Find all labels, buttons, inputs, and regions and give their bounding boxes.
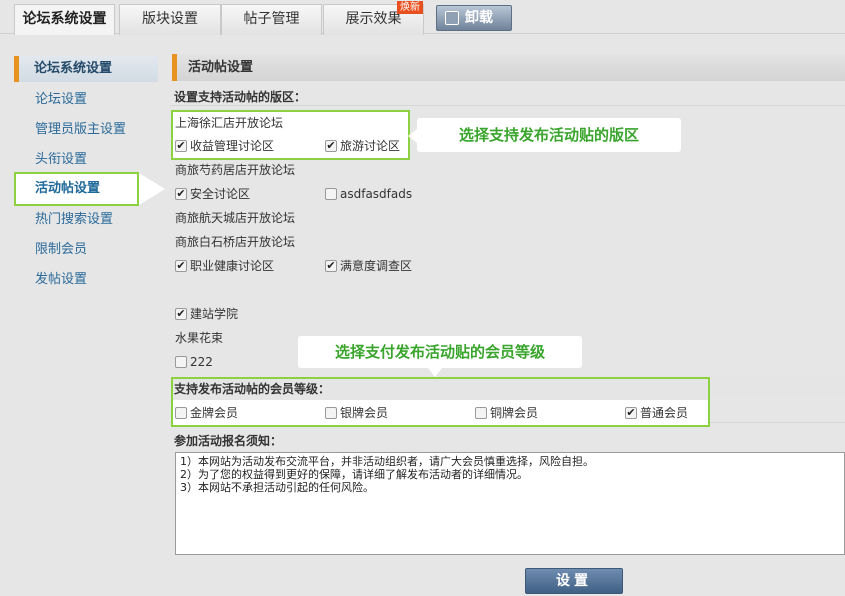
level-checkbox-bronze[interactable]: 铜牌会员 (475, 405, 538, 421)
board-label: asdfasdfads (340, 187, 413, 201)
board-checkbox[interactable]: ✔ 职业健康讨论区 (175, 258, 274, 274)
active-item-arrow (139, 173, 165, 205)
forum-group-name: 商旅白石桥店开放论坛 (175, 235, 296, 249)
callout-levels: 选择支付发布活动贴的会员等级 (298, 336, 582, 377)
top-tab-bar: 论坛系统设置 版块设置 帖子管理 展示效果 焕新 卸载 (0, 0, 845, 35)
sidebar: 论坛系统设置 论坛设置 管理员版主设置 头衔设置 活动帖设置 热门搜索设置 限制… (0, 35, 170, 596)
checkbox-empty-icon (175, 356, 187, 368)
board-checkbox[interactable]: ✔ 满意度调查区 (325, 258, 412, 274)
sidebar-item-hot-search[interactable]: 热门搜索设置 (35, 212, 113, 228)
board-checkbox[interactable]: ✔ 建站学院 (175, 306, 238, 322)
board-checkbox[interactable]: asdfasdfads (325, 186, 412, 202)
level-label: 金牌会员 (190, 406, 239, 420)
sidebar-item-posting-settings[interactable]: 发帖设置 (35, 272, 87, 288)
sidebar-item-admin-moderator[interactable]: 管理员版主设置 (35, 122, 126, 138)
checkbox-empty-icon (325, 188, 337, 200)
board-checkbox[interactable]: ✔ 收益管理讨论区 (175, 138, 274, 154)
checkbox-checked-icon: ✔ (325, 139, 337, 152)
board-label: 收益管理讨论区 (190, 139, 275, 153)
callout-text: 选择支付发布活动贴的会员等级 (334, 343, 545, 361)
checkbox-checked-icon: ✔ (175, 259, 187, 272)
uninstall-label: 卸载 (465, 10, 493, 26)
checkbox-checked-icon: ✔ (625, 406, 637, 419)
board-checkbox[interactable]: ✔ 安全讨论区 (175, 186, 250, 202)
tab-board-settings[interactable]: 版块设置 (119, 4, 221, 35)
notice-line: 3）本网站不承担活动引起的任何风险。 (180, 481, 374, 494)
board-label: 旅游讨论区 (340, 139, 401, 153)
board-label: 222 (190, 355, 213, 369)
tab-forum-system-settings[interactable]: 论坛系统设置 (14, 4, 115, 35)
checkbox-empty-icon (175, 407, 187, 419)
level-label: 铜牌会员 (490, 406, 539, 420)
tab-label: 帖子管理 (243, 11, 300, 27)
tab-label: 版块设置 (142, 11, 198, 27)
tab-display-effects[interactable]: 展示效果 焕新 (323, 1, 424, 35)
sidebar-item-forum-settings[interactable]: 论坛设置 (35, 92, 87, 108)
checkbox-checked-icon: ✔ (175, 307, 187, 320)
tab-post-management[interactable]: 帖子管理 (221, 4, 322, 35)
levels-header-row (710, 377, 845, 398)
new-badge: 焕新 (397, 1, 423, 14)
callout-text: 选择支持发布活动贴的版区 (458, 126, 639, 144)
callout-pointer (408, 129, 417, 143)
sidebar-item-activity-posts[interactable]: 活动帖设置 (14, 172, 139, 206)
level-checkbox-silver[interactable]: 银牌会员 (325, 405, 388, 421)
checkbox-checked-icon: ✔ (175, 139, 187, 152)
tab-label: 展示效果 (345, 11, 402, 27)
levels-label: 支持发布活动帖的会员等级： (174, 382, 331, 396)
divider (170, 105, 845, 106)
uninstall-button[interactable]: 卸载 (436, 5, 512, 31)
forums-label: 设置支持活动帖的版区： (174, 90, 307, 104)
main-panel: 活动帖设置 设置支持活动帖的版区： 上海徐汇店开放论坛 ✔ 收益管理讨论区 ✔ 旅游… (170, 35, 845, 596)
section-title: 活动帖设置 (172, 54, 845, 81)
level-checkbox-gold[interactable]: 金牌会员 (175, 405, 238, 421)
level-label: 普通会员 (640, 406, 689, 420)
level-label: 银牌会员 (340, 406, 389, 420)
level-checkbox-regular[interactable]: ✔ 普通会员 (625, 405, 688, 421)
uninstall-icon (445, 11, 459, 25)
checkbox-checked-icon: ✔ (325, 259, 337, 272)
board-checkbox[interactable]: 222 (175, 354, 213, 370)
checkbox-checked-icon: ✔ (175, 187, 187, 200)
notice-line: 1）本网站为活动发布交流平台，并非活动组织者，请广大会员慎重选择，风险自担。 (180, 455, 594, 468)
board-label: 满意度调查区 (340, 259, 413, 273)
board-checkbox[interactable]: ✔ 旅游讨论区 (325, 138, 400, 154)
forum-group-name: 水果花束 (175, 331, 224, 345)
checkbox-empty-icon (475, 407, 487, 419)
callout-pointer (428, 368, 442, 377)
notice-label: 参加活动报名须知： (174, 434, 283, 448)
forum-group-name: 上海徐汇店开放论坛 (175, 116, 284, 130)
forum-group-name: 商旅航天城店开放论坛 (175, 211, 296, 225)
board-label: 安全讨论区 (190, 187, 251, 201)
notice-textarea[interactable]: 1）本网站为活动发布交流平台，并非活动组织者，请广大会员慎重选择，风险自担。 2… (175, 452, 845, 555)
checkbox-empty-icon (325, 407, 337, 419)
notice-line: 2）为了您的权益得到更好的保障，请详细了解发布活动者的详细情况。 (180, 468, 528, 481)
forum-group-name: 商旅芍药居店开放论坛 (175, 163, 296, 177)
submit-button[interactable]: 设置 (525, 568, 623, 594)
board-label: 职业健康讨论区 (190, 259, 275, 273)
sidebar-header: 论坛系统设置 (14, 56, 158, 82)
board-label: 建站学院 (190, 307, 239, 321)
tab-label: 论坛系统设置 (22, 11, 107, 27)
sidebar-item-titles[interactable]: 头衔设置 (35, 152, 87, 168)
callout-forums: 选择支持发布活动贴的版区 (408, 118, 681, 152)
sidebar-item-restrict-members[interactable]: 限制会员 (35, 242, 87, 258)
